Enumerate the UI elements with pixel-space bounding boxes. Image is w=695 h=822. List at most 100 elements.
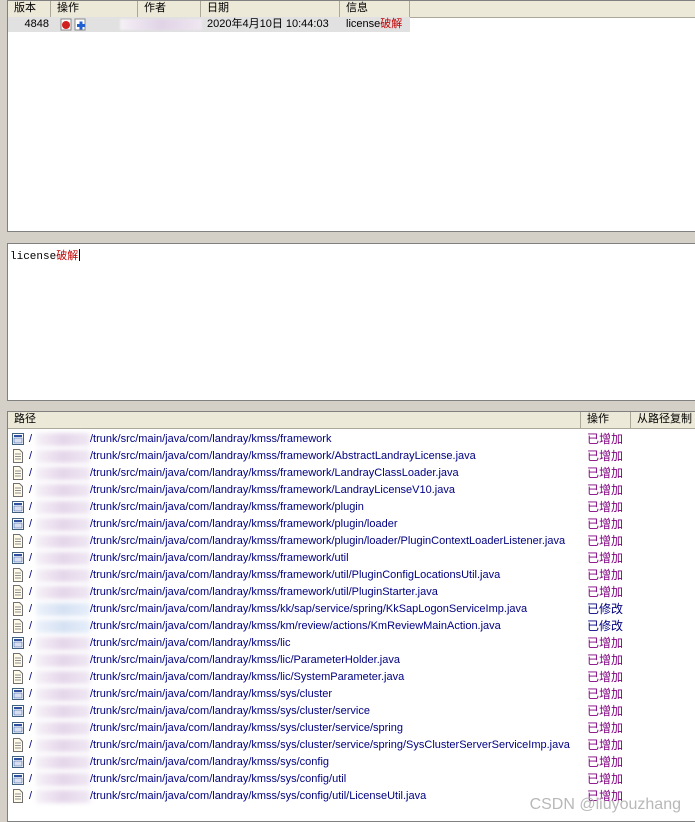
- path-row[interactable]: / /trunk/src/main/java/com/landray/kmss/l…: [8, 669, 695, 686]
- path-text: /trunk/src/main/java/com/landray/kmss/fr…: [90, 552, 349, 564]
- log-row[interactable]: 4848 2020年4月10日 10:44:03 license破解: [8, 17, 410, 32]
- path-redacted: [36, 552, 90, 565]
- log-date: 2020年4月10日 10:44:03: [207, 18, 329, 30]
- folder-icon: [12, 688, 24, 700]
- path-text: /trunk/src/main/java/com/landray/kmss/fr…: [90, 518, 398, 530]
- path-text: /trunk/src/main/java/com/landray/kmss/km…: [90, 620, 501, 632]
- path-slash: /: [29, 518, 33, 530]
- path-row[interactable]: / /trunk/src/main/java/com/landray/kmss/f…: [8, 584, 695, 601]
- path-text: /trunk/src/main/java/com/landray/kmss/sy…: [90, 705, 370, 717]
- path-action: 已增加: [587, 704, 624, 718]
- path-text: /trunk/src/main/java/com/landray/kmss/fr…: [90, 586, 438, 598]
- path-row[interactable]: / /trunk/src/main/java/com/landray/kmss/s…: [8, 771, 695, 788]
- path-text: /trunk/src/main/java/com/landray/kmss/kk…: [90, 603, 528, 615]
- file-icon: [13, 602, 23, 616]
- log-message-suffix: 破解: [380, 18, 403, 30]
- path-row[interactable]: / /trunk/src/main/java/com/landray/kmss/k…: [8, 601, 695, 618]
- path-text: /trunk/src/main/java/com/landray/kmss/sy…: [90, 688, 333, 700]
- file-icon: [13, 483, 23, 497]
- path-row[interactable]: / /trunk/src/main/java/com/landray/kmss/k…: [8, 618, 695, 635]
- path-action: 已增加: [587, 483, 624, 497]
- path-redacted: [36, 467, 90, 480]
- path-row[interactable]: / /trunk/src/main/java/com/landray/kmss/l…: [8, 652, 695, 669]
- path-text: /trunk/src/main/java/com/landray/kmss/fr…: [90, 501, 364, 513]
- path-redacted: [36, 739, 90, 752]
- col-revision[interactable]: 版本: [8, 1, 51, 17]
- col-path[interactable]: 路径: [8, 412, 581, 428]
- path-row[interactable]: / /trunk/src/main/java/com/landray/kmss/f…: [8, 550, 695, 567]
- path-action: 已增加: [587, 738, 624, 752]
- path-row[interactable]: / /trunk/src/main/java/com/landray/kmss/f…: [8, 448, 695, 465]
- file-icon: [13, 670, 23, 684]
- path-redacted: [36, 484, 90, 497]
- path-row[interactable]: / /trunk/src/main/java/com/landray/kmss/s…: [8, 754, 695, 771]
- path-slash: /: [29, 637, 33, 649]
- path-slash: /: [29, 671, 33, 683]
- log-message-prefix: license: [346, 18, 381, 30]
- message-text: license破解: [10, 247, 81, 263]
- path-row[interactable]: / /trunk/src/main/java/com/landray/kmss/s…: [8, 720, 695, 737]
- file-icon: [13, 789, 23, 803]
- path-action: 已增加: [587, 755, 624, 769]
- path-row[interactable]: / /trunk/src/main/java/com/landray/kmss/f…: [8, 499, 695, 516]
- path-text: /trunk/src/main/java/com/landray/kmss/fr…: [90, 535, 566, 547]
- col-copy-from[interactable]: 从路径复制: [631, 412, 695, 428]
- path-redacted: [36, 773, 90, 786]
- path-text: /trunk/src/main/java/com/landray/kmss/sy…: [90, 739, 570, 751]
- path-action: 已修改: [587, 619, 624, 633]
- path-slash: /: [29, 722, 33, 734]
- file-icon: [13, 466, 23, 480]
- path-row[interactable]: / /trunk/src/main/java/com/landray/kmss/s…: [8, 686, 695, 703]
- changed-paths-list[interactable]: 路径 操作 从路径复制 / /trunk/src/main/java/com/la…: [7, 411, 695, 822]
- col-message[interactable]: 信息: [340, 1, 410, 17]
- path-text: /trunk/src/main/java/com/landray/kmss/fr…: [90, 433, 332, 445]
- path-slash: /: [29, 450, 33, 462]
- file-icon: [13, 653, 23, 667]
- path-row[interactable]: / /trunk/src/main/java/com/landray/kmss/s…: [8, 737, 695, 754]
- action-icons: [60, 18, 86, 31]
- path-row[interactable]: / /trunk/src/main/java/com/landray/kmss/s…: [8, 703, 695, 720]
- log-list[interactable]: 版本 操作 作者 日期 信息 4848 2020年4月10日 10:44:03 …: [7, 0, 695, 232]
- message-box[interactable]: license破解: [7, 243, 695, 401]
- log-message: license破解: [346, 17, 402, 32]
- path-action: 已增加: [587, 653, 624, 667]
- path-redacted: [36, 433, 90, 446]
- path-row[interactable]: / /trunk/src/main/java/com/landray/kmss/f…: [8, 533, 695, 550]
- path-row[interactable]: / /trunk/src/main/java/com/landray/kmss/f…: [8, 516, 695, 533]
- path-row[interactable]: / /trunk/src/main/java/com/landray/kmss/l…: [8, 635, 695, 652]
- path-action: 已增加: [587, 636, 624, 650]
- folder-icon: [12, 518, 24, 530]
- path-slash: /: [29, 739, 33, 751]
- folder-icon: [12, 501, 24, 513]
- path-slash: /: [29, 756, 33, 768]
- path-action: 已增加: [587, 517, 624, 531]
- path-slash: /: [29, 603, 33, 615]
- col-path-action[interactable]: 操作: [581, 412, 631, 428]
- file-icon: [13, 738, 23, 752]
- path-action: 已增加: [587, 500, 624, 514]
- path-row[interactable]: / /trunk/src/main/java/com/landray/kmss/f…: [8, 482, 695, 499]
- path-redacted: [36, 518, 90, 531]
- path-text: /trunk/src/main/java/com/landray/kmss/sy…: [90, 790, 427, 802]
- path-action: 已增加: [587, 721, 624, 735]
- path-row[interactable]: / /trunk/src/main/java/com/landray/kmss/f…: [8, 431, 695, 448]
- path-redacted: [36, 671, 90, 684]
- col-date[interactable]: 日期: [201, 1, 340, 17]
- path-redacted: [36, 756, 90, 769]
- col-actions[interactable]: 操作: [51, 1, 138, 17]
- path-action: 已增加: [587, 568, 624, 582]
- path-redacted: [36, 450, 90, 463]
- file-icon: [13, 449, 23, 463]
- path-redacted: [36, 501, 90, 514]
- path-action: 已增加: [587, 585, 624, 599]
- path-action: 已增加: [587, 534, 624, 548]
- path-row[interactable]: / /trunk/src/main/java/com/landray/kmss/f…: [8, 465, 695, 482]
- path-row[interactable]: / /trunk/src/main/java/com/landray/kmss/f…: [8, 567, 695, 584]
- col-author[interactable]: 作者: [138, 1, 201, 17]
- message-suffix: 破解: [56, 251, 79, 263]
- folder-icon: [12, 552, 24, 564]
- path-text: /trunk/src/main/java/com/landray/kmss/fr…: [90, 450, 476, 462]
- path-action: 已增加: [587, 551, 624, 565]
- text-caret: [79, 249, 81, 261]
- add-action-icon: [74, 18, 86, 31]
